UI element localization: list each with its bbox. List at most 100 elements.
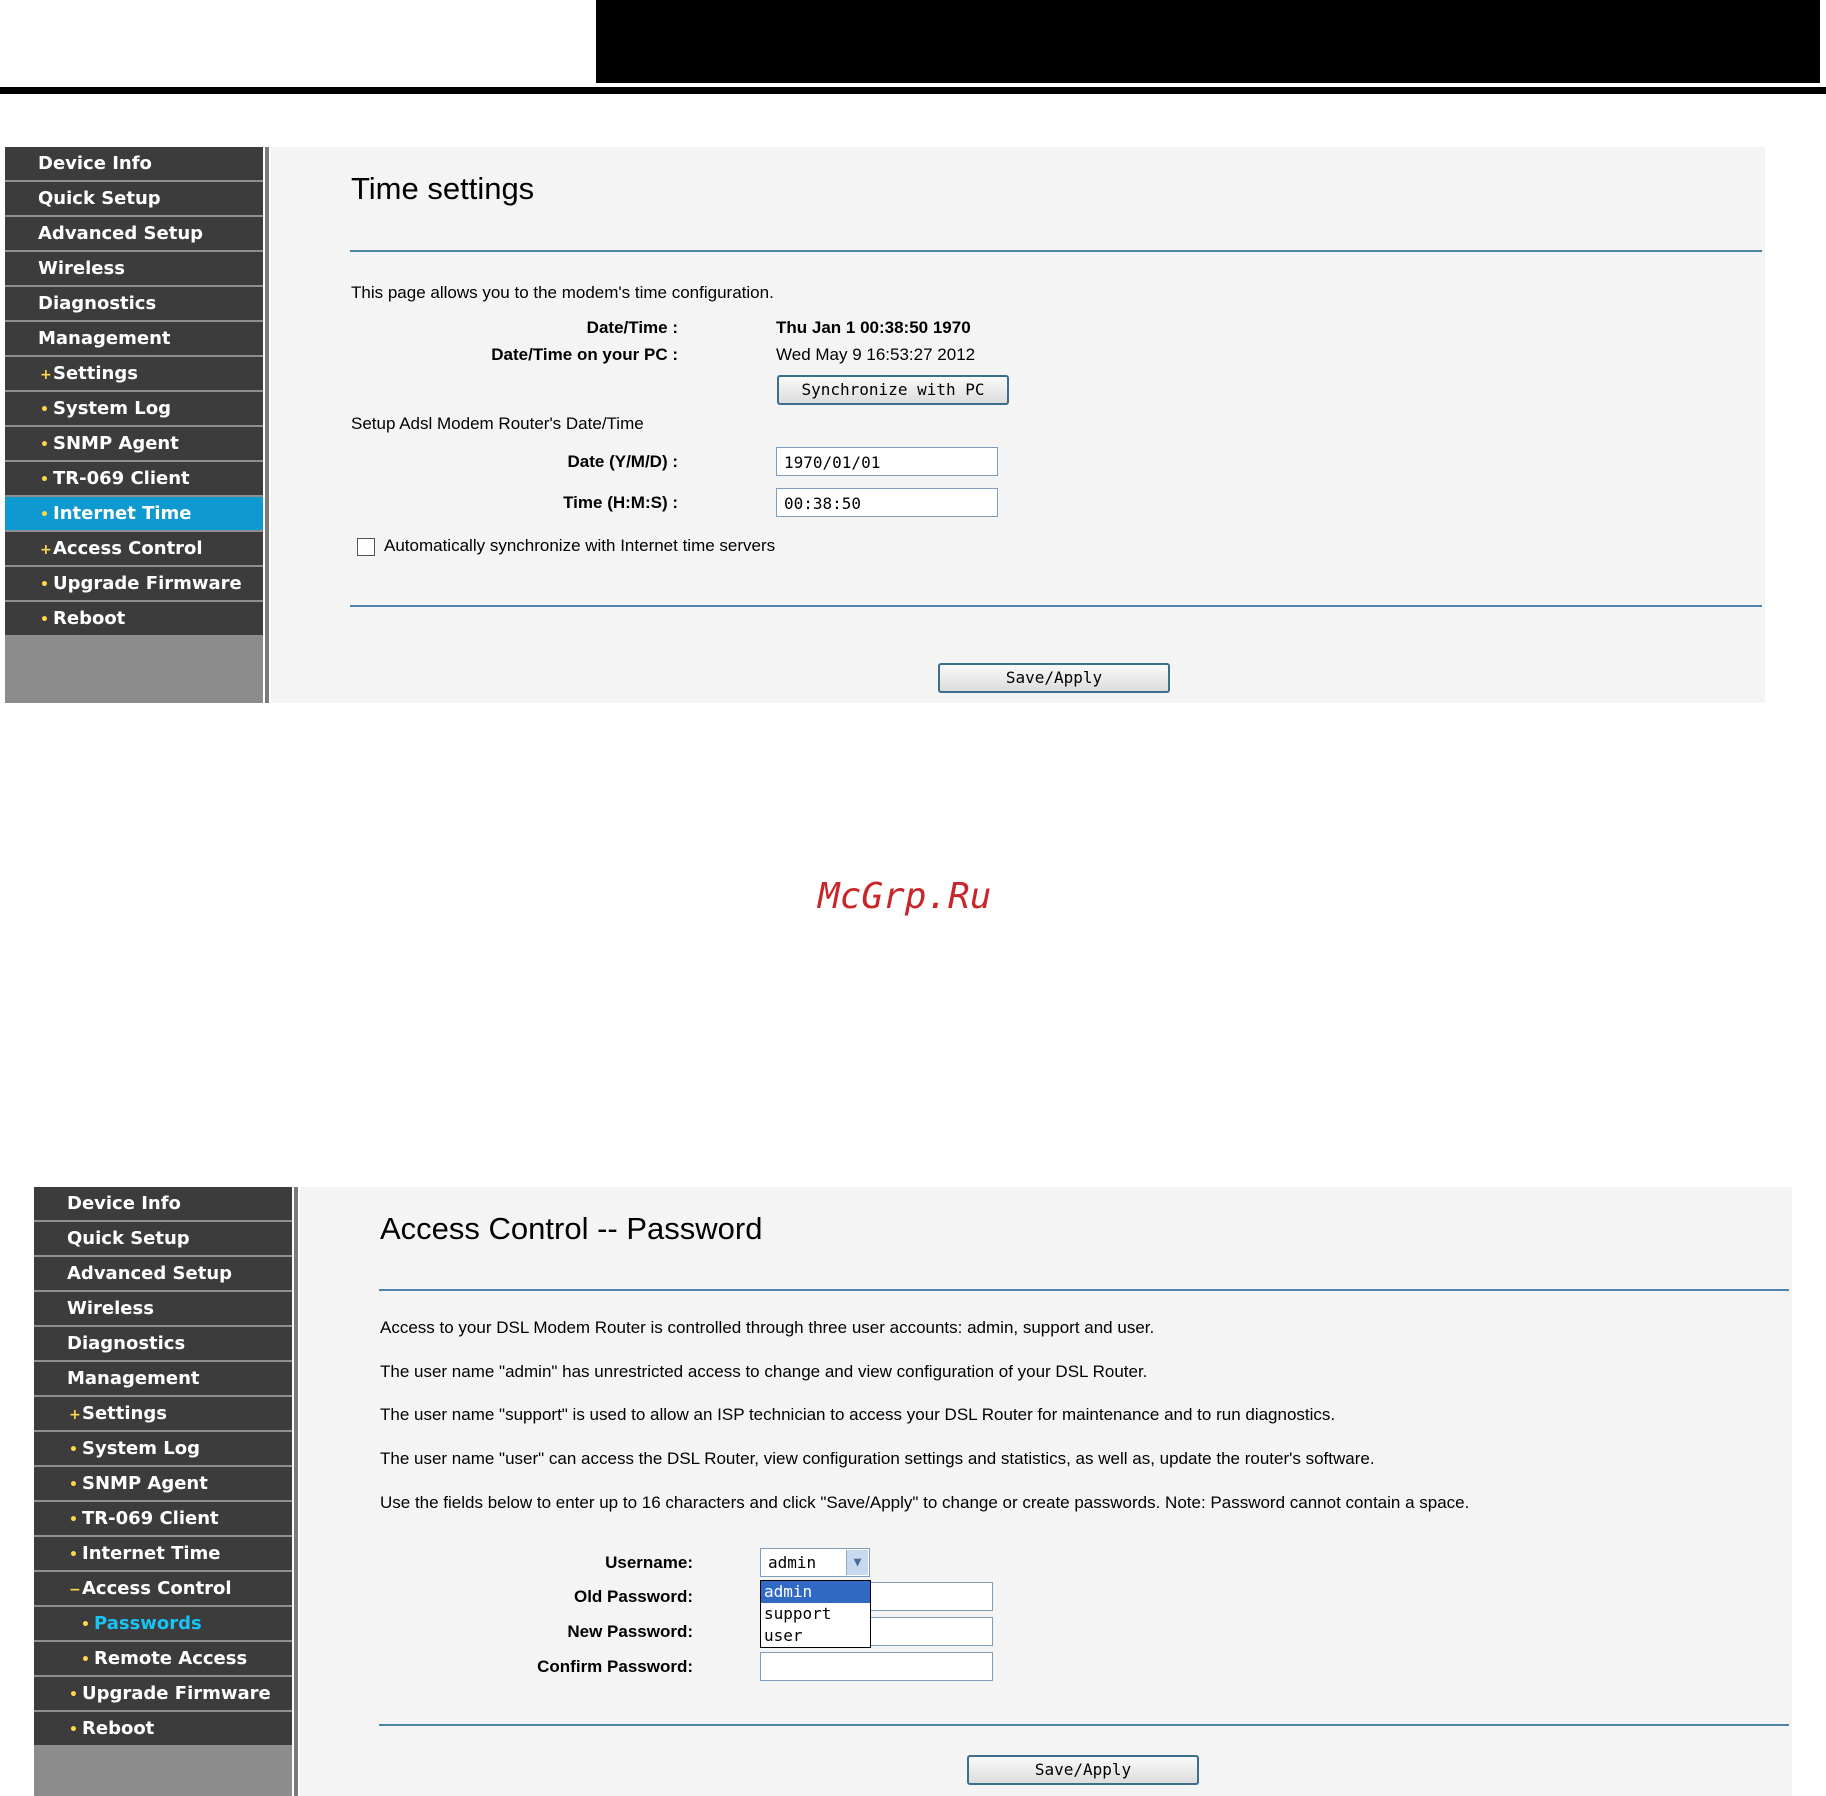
sidebar-item-quick-setup[interactable]: Quick Setup — [34, 1222, 292, 1257]
bullet-icon: • — [69, 1512, 78, 1528]
sidebar-item-access-control[interactable]: −Access Control — [34, 1572, 292, 1607]
sidebar-item-label: System Log — [53, 398, 171, 419]
sidebar-item-label: Remote Access — [94, 1648, 248, 1669]
user-paragraph: The user name "user" can access the DSL … — [380, 1449, 1375, 1468]
time-input[interactable]: 00:38:50 — [776, 488, 998, 517]
sidebar-item-wireless[interactable]: Wireless — [34, 1292, 292, 1327]
sidebar-item-label: Management — [67, 1368, 200, 1389]
sidebar-item-quick-setup[interactable]: Quick Setup — [5, 182, 263, 217]
sidebar-item-label: System Log — [82, 1438, 200, 1459]
sidebar-item-label: Settings — [53, 363, 138, 384]
admin-paragraph: The user name "admin" has unrestricted a… — [380, 1362, 1148, 1381]
header-black-bar — [596, 0, 1820, 83]
bullet-icon: • — [81, 1617, 90, 1633]
sidebar-item-snmp-agent[interactable]: • SNMP Agent — [34, 1467, 292, 1502]
sidebar-item-internet-time[interactable]: • Internet Time — [34, 1537, 292, 1572]
instructions-paragraph: Use the fields below to enter up to 16 c… — [380, 1493, 1470, 1512]
sidebar-item-label: TR-069 Client — [53, 468, 190, 489]
save-apply-button[interactable]: Save/Apply — [967, 1755, 1199, 1785]
sidebar-item-advanced-setup[interactable]: Advanced Setup — [34, 1257, 292, 1292]
sidebar: Device Info Quick Setup Advanced Setup Wire… — [34, 1187, 292, 1796]
sidebar-item-system-log[interactable]: • System Log — [34, 1432, 292, 1467]
bullet-icon: • — [81, 1652, 90, 1668]
dropdown-option-support[interactable]: support — [761, 1603, 870, 1625]
sidebar-item-label: Reboot — [53, 608, 126, 629]
sidebar-item-internet-time[interactable]: • Internet Time — [5, 497, 263, 532]
sidebar-item-diagnostics[interactable]: Diagnostics — [5, 287, 263, 322]
bullet-icon: • — [69, 1687, 78, 1703]
sidebar-item-label: Wireless — [38, 258, 125, 279]
title-divider — [350, 250, 1762, 252]
sidebar-item-tr-069-client[interactable]: • TR-069 Client — [5, 462, 263, 497]
sync-with-pc-button[interactable]: Synchronize with PC — [777, 375, 1009, 405]
sidebar-item-label: Device Info — [67, 1193, 181, 1214]
sidebar-item-diagnostics[interactable]: Diagnostics — [34, 1327, 292, 1362]
sidebar-item-management[interactable]: Management — [34, 1362, 292, 1397]
sidebar-item-label: Management — [38, 328, 171, 349]
new-password-label: New Password: — [567, 1622, 693, 1641]
bullet-icon: + — [40, 367, 52, 383]
username-select[interactable]: admin ▼ — [760, 1548, 870, 1577]
sidebar-item-upgrade-firmware[interactable]: • Upgrade Firmware — [34, 1677, 292, 1712]
username-label: Username: — [605, 1553, 693, 1572]
time-settings-panel: Device Info Quick Setup Advanced Setup Wire… — [5, 147, 1765, 703]
sidebar-item-system-log[interactable]: • System Log — [5, 392, 263, 427]
sidebar-divider — [265, 147, 269, 703]
bullet-icon: • — [40, 437, 49, 453]
bullet-icon: − — [69, 1582, 81, 1598]
dropdown-option-admin[interactable]: admin — [761, 1581, 870, 1603]
bottom-divider — [350, 605, 1762, 607]
datetime-label: Date/Time : — [586, 318, 678, 337]
dropdown-option-user[interactable]: user — [761, 1625, 870, 1647]
sidebar-item-label: Passwords — [94, 1613, 202, 1634]
time-label: Time (H:M:S) : — [563, 493, 678, 512]
bullet-icon: • — [40, 507, 49, 523]
sidebar-item-label: Advanced Setup — [67, 1263, 233, 1284]
date-input[interactable]: 1970/01/01 — [776, 447, 998, 476]
sidebar-item-reboot[interactable]: • Reboot — [5, 602, 263, 637]
main-content: Time settings This page allows you to th… — [271, 147, 1765, 703]
page-title: Time settings — [351, 171, 535, 206]
bullet-icon: • — [40, 402, 49, 418]
confirm-password-input[interactable] — [760, 1652, 993, 1681]
sidebar-item-passwords[interactable]: • Passwords — [34, 1607, 292, 1642]
bullet-icon: • — [69, 1547, 78, 1563]
pc-datetime-value: Wed May 9 16:53:27 2012 — [776, 345, 976, 364]
sidebar-item-label: Settings — [82, 1403, 167, 1424]
sidebar-item-advanced-setup[interactable]: Advanced Setup — [5, 217, 263, 252]
sidebar-item-label: Access Control — [82, 1578, 232, 1599]
sidebar-item-label: Reboot — [82, 1718, 155, 1739]
bullet-icon: • — [40, 472, 49, 488]
sidebar-item-wireless[interactable]: Wireless — [5, 252, 263, 287]
sidebar-item-snmp-agent[interactable]: • SNMP Agent — [5, 427, 263, 462]
sidebar-item-device-info[interactable]: Device Info — [5, 147, 263, 182]
sidebar-item-upgrade-firmware[interactable]: • Upgrade Firmware — [5, 567, 263, 602]
sidebar-item-management[interactable]: Management — [5, 322, 263, 357]
username-select-value: admin — [768, 1553, 817, 1572]
sidebar-item-tr-069-client[interactable]: • TR-069 Client — [34, 1502, 292, 1537]
chevron-down-icon[interactable]: ▼ — [846, 1550, 868, 1575]
sidebar-item-label: SNMP Agent — [53, 433, 179, 454]
date-label: Date (Y/M/D) : — [567, 452, 679, 471]
sidebar-item-remote-access[interactable]: • Remote Access — [34, 1642, 292, 1677]
sidebar-item-label: Internet Time — [53, 503, 192, 524]
bullet-icon: • — [69, 1722, 78, 1738]
intro-paragraph: Access to your DSL Modem Router is contr… — [380, 1318, 1155, 1337]
auto-sync-checkbox[interactable] — [357, 538, 375, 556]
sidebar-item-reboot[interactable]: • Reboot — [34, 1712, 292, 1747]
page-title: Access Control -- Password — [380, 1211, 763, 1246]
sidebar-item-label: Quick Setup — [67, 1228, 190, 1249]
sidebar-nav: Device Info Quick Setup Advanced Setup Wire… — [5, 147, 263, 637]
sidebar-divider — [294, 1187, 298, 1796]
header-rule — [0, 87, 1826, 94]
watermark: McGrp.Ru — [818, 876, 992, 917]
sidebar-item-access-control[interactable]: +Access Control — [5, 532, 263, 567]
datetime-value: Thu Jan 1 00:38:50 1970 — [776, 318, 971, 337]
bottom-divider — [379, 1724, 1789, 1726]
sidebar-item-device-info[interactable]: Device Info — [34, 1187, 292, 1222]
access-control-panel: Device Info Quick Setup Advanced Setup Wire… — [34, 1187, 1792, 1796]
sidebar-item-settings[interactable]: +Settings — [5, 357, 263, 392]
old-password-label: Old Password: — [573, 1587, 693, 1606]
sidebar-item-settings[interactable]: +Settings — [34, 1397, 292, 1432]
save-apply-button[interactable]: Save/Apply — [938, 663, 1170, 693]
